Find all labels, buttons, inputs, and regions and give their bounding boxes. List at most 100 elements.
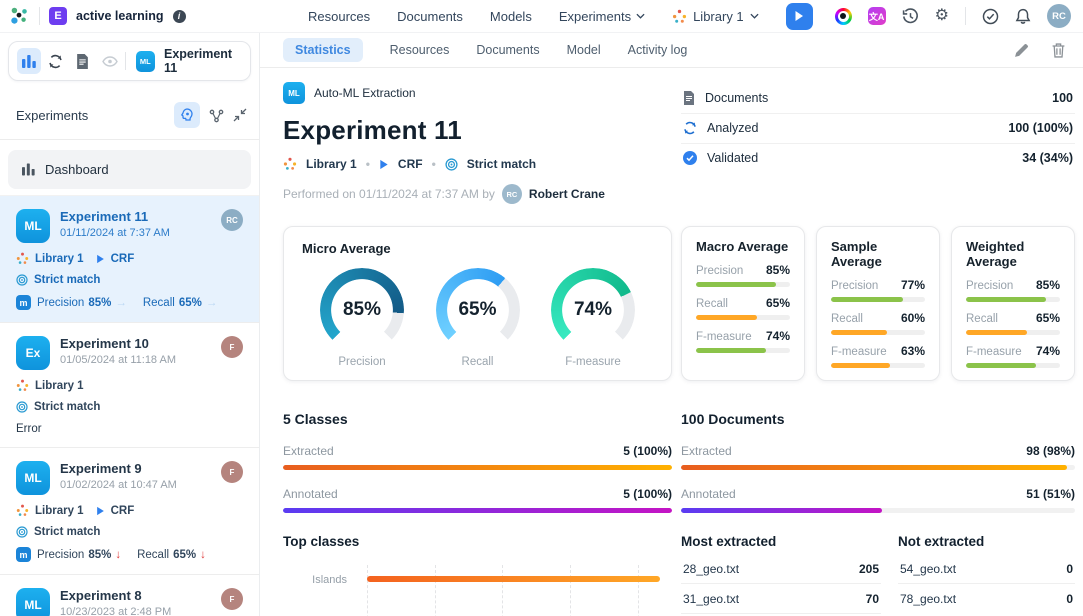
experiment-library-row: Library 1 CRF <box>16 504 243 517</box>
nav-experiments[interactable]: Experiments <box>559 9 645 24</box>
sync-view-button[interactable] <box>44 48 68 74</box>
compare-graph-icon[interactable] <box>209 108 224 123</box>
experiment-type-badge: ML <box>16 461 50 495</box>
sidebar: ML Experiment 11 Experiments Dashboa <box>0 33 260 616</box>
card-title: Sample Average <box>831 239 925 269</box>
metrics-badge: m <box>16 547 31 562</box>
nav-documents[interactable]: Documents <box>397 9 463 24</box>
metric-row: Recall65% <box>696 296 790 320</box>
delete-trash-icon[interactable] <box>1052 43 1065 58</box>
experiment-type-badge: ML <box>136 51 155 72</box>
experiment-date: 01/02/2024 at 10:47 AM <box>60 479 177 491</box>
experiment-card-9[interactable]: ML Experiment 9 01/02/2024 at 10:47 AM F… <box>0 448 259 575</box>
trend-arrow-icon: ↓ <box>115 549 121 561</box>
progress-bar <box>681 465 1067 470</box>
play-icon <box>379 159 389 170</box>
metric-bar <box>696 282 776 287</box>
document-view-button[interactable] <box>71 48 95 74</box>
divider <box>39 7 40 25</box>
settings-gear-icon[interactable]: ⚙ <box>935 8 949 24</box>
gauge-value: 74% <box>551 268 635 352</box>
experiment-card-10[interactable]: Ex Experiment 10 01/05/2024 at 11:18 AM … <box>0 323 259 448</box>
edit-pencil-icon[interactable] <box>1014 43 1029 58</box>
sidebar-item-dashboard[interactable]: Dashboard <box>8 150 251 189</box>
top-classes-chart: Top classes Islands Mountains Lakes <box>283 534 672 616</box>
chart-y-labels: Islands Mountains Lakes <box>283 565 367 616</box>
statistics-view-button[interactable] <box>17 48 41 74</box>
gauge-label: F-measure <box>541 356 645 368</box>
progress-bar <box>283 465 672 470</box>
nav-resources[interactable]: Resources <box>308 9 370 24</box>
topbar-actions: 文A ⚙ RC <box>835 4 1071 28</box>
experiment-card-11[interactable]: ML Experiment 11 01/11/2024 at 7:37 AM R… <box>0 196 259 323</box>
experiment-card-8[interactable]: ML Experiment 8 10/23/2023 at 2:48 PM F … <box>0 575 259 616</box>
stat-row-validated: Validated 34 (34%) <box>681 144 1075 173</box>
sidebar-toolbar: ML Experiment 11 <box>8 41 251 81</box>
info-icon[interactable]: i <box>173 10 186 23</box>
experiment-owner-avatar: F <box>221 461 243 483</box>
collapse-panel-icon[interactable] <box>233 108 247 122</box>
library-selector[interactable]: Library 1 <box>672 9 759 24</box>
tab-model[interactable]: Model <box>567 38 601 62</box>
gauge-label: Precision <box>310 356 414 368</box>
experiment-title: Experiment 10 <box>60 336 176 351</box>
stat-value: 100 (100%) <box>1008 121 1073 135</box>
file-count: 0 <box>1066 592 1073 606</box>
experiment-type-badge: ML <box>16 209 50 243</box>
trend-arrow-icon: ↓ <box>200 549 206 561</box>
model-name: CRF <box>111 253 135 265</box>
list-item: 78_geo.txt 0 <box>898 584 1075 613</box>
run-experiment-button[interactable] <box>786 3 813 30</box>
experiment-type-label: Auto-ML Extraction <box>314 86 416 100</box>
nav-experiments-label: Experiments <box>559 9 631 24</box>
bar-label: Extracted <box>283 444 334 458</box>
metric-value: 85% <box>766 263 790 277</box>
stat-row-documents: Documents 100 <box>681 84 1075 114</box>
history-icon[interactable] <box>902 8 919 25</box>
chevron-down-icon <box>636 13 645 19</box>
metric-value: 65% <box>1036 311 1060 325</box>
eye-view-button[interactable] <box>98 48 122 74</box>
tab-documents[interactable]: Documents <box>476 38 539 62</box>
file-name: 78_geo.txt <box>900 592 956 606</box>
trend-arrow-icon: → <box>115 297 127 309</box>
statistics-content: ML Auto-ML Extraction Experiment 11 Libr… <box>260 68 1083 616</box>
match-mode: Strict match <box>34 526 100 538</box>
user-avatar[interactable]: RC <box>1047 4 1071 28</box>
gauge-value: 65% <box>436 268 520 352</box>
tab-activity-log[interactable]: Activity log <box>628 38 688 62</box>
app-logo-icon[interactable] <box>8 5 30 27</box>
library-name: Library 1 <box>306 157 357 171</box>
metric-row: Recall65% <box>966 311 1060 335</box>
list-title: Most extracted <box>681 534 881 549</box>
active-learning-icon[interactable] <box>174 102 200 128</box>
nav-models[interactable]: Models <box>490 9 532 24</box>
record-icon[interactable] <box>835 8 852 25</box>
target-icon <box>16 274 28 286</box>
bell-icon[interactable] <box>1015 8 1031 25</box>
tab-statistics[interactable]: Statistics <box>283 38 363 62</box>
experiment-title: Experiment 8 <box>60 588 171 603</box>
check-circle-icon[interactable] <box>982 8 999 25</box>
section-title: 100 Documents <box>681 411 1075 427</box>
experiment-date: 01/11/2024 at 7:37 AM <box>60 227 170 239</box>
bar-value: 51 (51%) <box>1026 487 1075 501</box>
experiment-owner-avatar: F <box>221 336 243 358</box>
experiment-type-badge: ML <box>283 82 305 104</box>
most-extracted-list: Most extracted 28_geo.txt205 31_geo.txt7… <box>681 534 881 616</box>
list-item: 28_geo.txt205 <box>681 554 881 584</box>
metric-value: 85% <box>1036 278 1060 292</box>
translate-icon[interactable]: 文A <box>868 7 886 25</box>
document-icon <box>683 91 695 105</box>
workspace-group: E active learning i <box>8 5 186 27</box>
author-avatar: RC <box>502 184 522 204</box>
tab-resources[interactable]: Resources <box>390 38 450 62</box>
card-title: Micro Average <box>302 241 653 256</box>
performed-line: Performed on 01/11/2024 at 7:37 AM by RC… <box>283 184 672 204</box>
macro-average-card: Macro Average Precision85% Recall65% F-m… <box>681 226 805 381</box>
bar-chart: Islands Mountains Lakes <box>283 565 672 616</box>
annotated-row: Annotated51 (51%) <box>681 487 1075 513</box>
file-count: 0 <box>1066 562 1073 576</box>
precision-gauge: 85% Precision <box>310 268 414 368</box>
metric-bar <box>966 297 1046 302</box>
